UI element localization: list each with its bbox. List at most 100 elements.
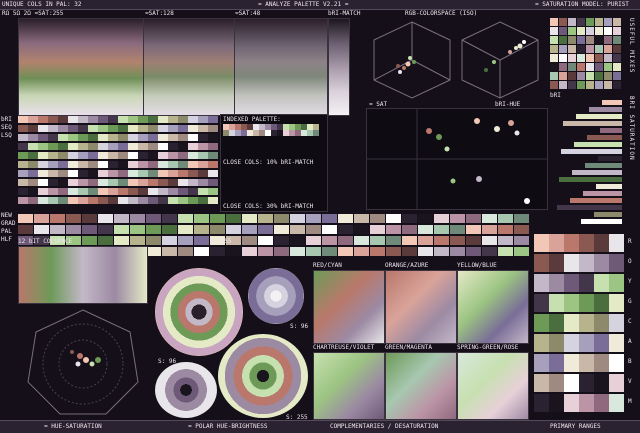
- mix-swatch: [604, 27, 612, 35]
- palette-cell: [290, 247, 305, 256]
- palette-cell: [146, 225, 161, 234]
- palette-cell: [514, 225, 529, 234]
- palette-cell: [18, 214, 33, 223]
- stripe-segment: [208, 170, 218, 177]
- stripe-segment: [88, 161, 98, 168]
- palette-cell: [274, 247, 289, 256]
- palette-cell: [194, 225, 209, 234]
- stripe-segment: [138, 152, 148, 159]
- bri-hue-scatter: [367, 109, 547, 209]
- stripe-segment: [188, 197, 198, 204]
- mix-swatch: [577, 18, 585, 26]
- primary-range-cell: [579, 274, 594, 292]
- palette-cell: [370, 236, 385, 245]
- primary-range-cell: [534, 334, 549, 352]
- palette-cell: [18, 225, 33, 234]
- footer-complementaries: COMPLEMENTARIES / DESATURATION: [330, 423, 439, 430]
- stripe-segment: [78, 143, 88, 150]
- sat-48-label: ≈SAT:48: [235, 10, 261, 17]
- mix-swatch: [604, 63, 612, 71]
- primary-range-cell: [534, 354, 549, 372]
- stripe-segment: [128, 197, 138, 204]
- bri-sequence-stripes: [18, 116, 218, 206]
- hue-letter: R: [628, 238, 632, 245]
- hue-panel-sat-128: [143, 18, 235, 116]
- palette-cell: [482, 225, 497, 234]
- palette-cell: [82, 225, 97, 234]
- palette-cell: [450, 214, 465, 223]
- bri-saturation-label: BRI SATURATION: [628, 96, 635, 161]
- palette-cell: [274, 225, 289, 234]
- palette-cell: [34, 225, 49, 234]
- palette-cell: [322, 214, 337, 223]
- comp-label-green-magenta: GREEN/MAGENTA: [385, 344, 432, 351]
- stripe-segment: [68, 188, 78, 195]
- stripe-segment: [198, 197, 208, 204]
- stripe-segment: [198, 152, 208, 159]
- rgb-colorspace-cubes: [373, 21, 539, 99]
- stripe-segment: [118, 197, 128, 204]
- stripe-segment: [28, 161, 38, 168]
- stripe-segment: [58, 125, 68, 132]
- stripe-segment: [68, 116, 78, 123]
- stripe-segment: [138, 116, 148, 123]
- mix-swatch: [586, 27, 594, 35]
- stripe-segment: [138, 179, 148, 186]
- stripe-segment: [208, 116, 218, 123]
- stripe-segment: [158, 116, 168, 123]
- comp-panel-yellow-blue: [457, 270, 529, 344]
- comp-label-spring-green-rose: SPRING-GREEN/ROSE: [457, 344, 519, 351]
- mix-swatch: [550, 72, 558, 80]
- stripe-segment: [28, 152, 38, 159]
- stripe-segment: [108, 170, 118, 177]
- stripe-segment: [158, 125, 168, 132]
- stripe-segment: [88, 197, 98, 204]
- palette-cell: [242, 236, 257, 245]
- stripe-segment: [118, 143, 128, 150]
- side-label-seq: SEQ: [1, 124, 12, 131]
- palette-cell: [306, 247, 321, 256]
- stripe-segment: [128, 134, 138, 141]
- primary-range-cell: [564, 334, 579, 352]
- primary-range-cell: [594, 354, 609, 372]
- mix-swatch: [586, 72, 594, 80]
- stripe-segment: [128, 170, 138, 177]
- primary-range-cell: [534, 274, 549, 292]
- palette-cell: [386, 214, 401, 223]
- primary-range-cell: [594, 334, 609, 352]
- bri-bar: [572, 170, 622, 175]
- hue-letter: Y: [628, 278, 632, 285]
- hue-letter: V: [628, 378, 632, 385]
- primary-range-cell: [579, 254, 594, 272]
- palette-cell: [482, 247, 497, 256]
- primary-range-cell: [594, 374, 609, 392]
- primary-range-cell: [609, 374, 624, 392]
- mix-swatch: [559, 72, 567, 80]
- bri-match-label: bRI-MATCH: [328, 10, 361, 17]
- stripe-segment: [188, 188, 198, 195]
- mix-swatch: [613, 36, 621, 44]
- analyze-palette-screen: UNIQUE COLS IN PAL: 32 ≈ ANALYZE PALETTE…: [0, 0, 640, 433]
- stripe-segment: [108, 116, 118, 123]
- hue-letter: B: [628, 358, 632, 365]
- bri-bar: [557, 205, 622, 210]
- stripe-segment: [158, 170, 168, 177]
- palette-cell: [210, 247, 225, 256]
- stripe-segment: [148, 152, 158, 159]
- palette-cell: [434, 214, 449, 223]
- s-255-label-a: S: 255: [210, 238, 232, 245]
- stripe-segment: [78, 152, 88, 159]
- bri-bar: [561, 149, 622, 154]
- palette-cell: [338, 247, 353, 256]
- palette-cell: [146, 236, 161, 245]
- stripe-segment: [98, 188, 108, 195]
- stripe-segment: [68, 179, 78, 186]
- stripe-segment: [38, 179, 48, 186]
- stripe-segment: [58, 197, 68, 204]
- stripe-segment: [128, 143, 138, 150]
- bri-bar: [559, 177, 622, 182]
- primary-range-cell: [594, 394, 609, 412]
- stripe-segment: [48, 161, 58, 168]
- primary-range-cell: [564, 294, 579, 312]
- stripe-segment: [138, 188, 148, 195]
